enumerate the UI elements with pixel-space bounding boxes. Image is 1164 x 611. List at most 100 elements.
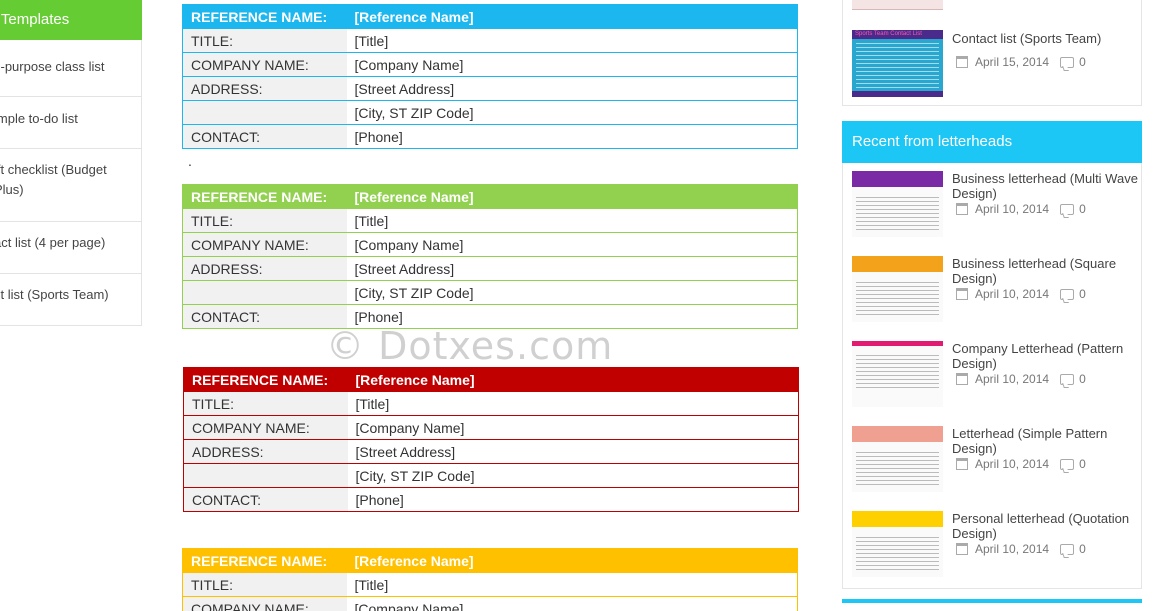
- thumbnail-band: [852, 256, 943, 272]
- field-label: COMPANY NAME:: [182, 596, 347, 611]
- table-row: CONTACT: [Phone]: [182, 124, 798, 149]
- field-value: [Phone]: [347, 487, 799, 512]
- table-row: ADDRESS: [Street Address]: [182, 76, 798, 101]
- header-value: [Reference Name]: [346, 4, 798, 29]
- left-sidebar-item[interactable]: imple to-do list: [0, 97, 141, 149]
- post-date: April 10, 2014: [975, 287, 1050, 301]
- field-value: [Street Address]: [346, 76, 798, 101]
- comment-count[interactable]: 0: [1079, 55, 1086, 69]
- letterhead-meta: April 10, 2014 0: [956, 202, 1086, 216]
- partial-thumbnail: [852, 0, 943, 10]
- header-value: [Reference Name]: [346, 184, 798, 209]
- letterhead-meta: April 10, 2014 0: [956, 457, 1086, 471]
- related-post-title[interactable]: Contact list (Sports Team): [952, 31, 1140, 46]
- comment-count[interactable]: 0: [1079, 287, 1086, 301]
- comment-count[interactable]: 0: [1079, 372, 1086, 386]
- header-label: REFERENCE NAME:: [182, 4, 347, 29]
- table-row: [City, ST ZIP Code]: [182, 100, 798, 125]
- related-post-meta: April 15, 2014 0: [956, 55, 1086, 69]
- letterhead-meta: April 10, 2014 0: [956, 542, 1086, 556]
- field-value: [Phone]: [346, 124, 798, 149]
- left-sidebar-item[interactable]: ift checklist (Budget Plus): [0, 149, 141, 222]
- table-row: COMPANY NAME: [Company Name]: [182, 232, 798, 257]
- table-row: [City, ST ZIP Code]: [182, 280, 798, 305]
- left-sidebar: r Templates ti-purpose class list imple …: [0, 0, 142, 326]
- thumbnail-band: [852, 426, 943, 442]
- post-date: April 10, 2014: [975, 372, 1050, 386]
- field-label: COMPANY NAME:: [183, 415, 348, 440]
- recent-letterheads-list: Business letterhead (Multi Wave Design) A…: [842, 163, 1142, 589]
- letterhead-thumbnail[interactable]: [852, 341, 943, 407]
- field-value: [Title]: [346, 208, 798, 233]
- letterhead-thumbnail[interactable]: [852, 171, 943, 237]
- right-sidebar: Sports Team Contact List Contact list (S…: [842, 0, 1142, 603]
- left-sidebar-item[interactable]: ct list (Sports Team): [0, 274, 141, 325]
- post-date: April 15, 2014: [975, 55, 1050, 69]
- field-value: [Title]: [347, 391, 799, 416]
- field-label: ADDRESS:: [183, 439, 348, 464]
- calendar-icon: [956, 373, 968, 385]
- top-related-box: Sports Team Contact List Contact list (S…: [842, 0, 1142, 106]
- recent-letterhead-item: Company Letterhead (Pattern Design) April…: [843, 333, 1141, 418]
- table-row: TITLE: [Title]: [182, 572, 798, 597]
- comment-count[interactable]: 0: [1079, 542, 1086, 556]
- letterhead-title[interactable]: Business letterhead (Multi Wave Design): [952, 171, 1140, 201]
- calendar-icon: [956, 56, 968, 68]
- field-value: [City, ST ZIP Code]: [346, 100, 798, 125]
- field-label: ADDRESS:: [182, 76, 347, 101]
- left-sidebar-item[interactable]: ti-purpose class list: [0, 40, 141, 97]
- header-label: REFERENCE NAME:: [183, 367, 348, 392]
- left-sidebar-header: r Templates: [0, 0, 142, 40]
- calendar-icon: [956, 543, 968, 555]
- field-value: [Title]: [346, 28, 798, 53]
- table-header-row: REFERENCE NAME: [Reference Name]: [182, 4, 798, 29]
- field-value: [Street Address]: [346, 256, 798, 281]
- comment-icon: [1060, 56, 1075, 68]
- thumbnail-band: [852, 171, 943, 187]
- letterhead-meta: April 10, 2014 0: [956, 287, 1086, 301]
- left-sidebar-list: ti-purpose class list imple to-do list i…: [0, 40, 142, 326]
- comment-count[interactable]: 0: [1079, 202, 1086, 216]
- table-row: [City, ST ZIP Code]: [183, 463, 799, 488]
- field-label: CONTACT:: [182, 124, 347, 149]
- calendar-icon: [956, 203, 968, 215]
- field-label: TITLE:: [183, 391, 348, 416]
- sports-contact-thumbnail[interactable]: Sports Team Contact List: [852, 30, 943, 97]
- table-header-row: REFERENCE NAME: [Reference Name]: [182, 548, 798, 573]
- field-value: [Street Address]: [347, 439, 799, 464]
- field-value: [Company Name]: [347, 415, 799, 440]
- comment-icon: [1060, 543, 1075, 555]
- field-value: [City, ST ZIP Code]: [346, 280, 798, 305]
- recent-letterhead-item: Business letterhead (Multi Wave Design) A…: [843, 163, 1141, 248]
- separator-dot: .: [188, 153, 192, 169]
- letterhead-thumbnail[interactable]: [852, 426, 943, 492]
- next-section-header-edge: [842, 599, 1142, 603]
- field-label: CONTACT:: [182, 304, 347, 329]
- header-value: [Reference Name]: [346, 548, 798, 573]
- field-label: [183, 463, 348, 488]
- post-date: April 10, 2014: [975, 202, 1050, 216]
- letterhead-title[interactable]: Personal letterhead (Quotation Design): [952, 511, 1140, 541]
- left-sidebar-item[interactable]: act list (4 per page): [0, 222, 141, 274]
- field-label: TITLE:: [182, 572, 347, 597]
- field-value: [City, ST ZIP Code]: [347, 463, 799, 488]
- header-value: [Reference Name]: [347, 367, 799, 392]
- thumbnail-band: [852, 341, 943, 346]
- field-label: COMPANY NAME:: [182, 232, 347, 257]
- field-value: [Company Name]: [346, 232, 798, 257]
- recent-letterhead-item: Personal letterhead (Quotation Design) Ap…: [843, 503, 1141, 588]
- field-label: [182, 280, 347, 305]
- header-label: REFERENCE NAME:: [182, 548, 347, 573]
- letterhead-thumbnail[interactable]: [852, 511, 943, 577]
- recent-letterhead-item: Letterhead (Simple Pattern Design) April …: [843, 418, 1141, 503]
- comment-count[interactable]: 0: [1079, 457, 1086, 471]
- table-header-row: REFERENCE NAME: [Reference Name]: [182, 184, 798, 209]
- letterhead-meta: April 10, 2014 0: [956, 372, 1086, 386]
- table-row: COMPANY NAME: [Company Name]: [182, 52, 798, 77]
- letterhead-title[interactable]: Company Letterhead (Pattern Design): [952, 341, 1140, 371]
- letterhead-title[interactable]: Business letterhead (Square Design): [952, 256, 1140, 286]
- letterhead-title[interactable]: Letterhead (Simple Pattern Design): [952, 426, 1140, 456]
- field-value: [Title]: [346, 572, 798, 597]
- table-row: TITLE: [Title]: [182, 208, 798, 233]
- letterhead-thumbnail[interactable]: [852, 256, 943, 322]
